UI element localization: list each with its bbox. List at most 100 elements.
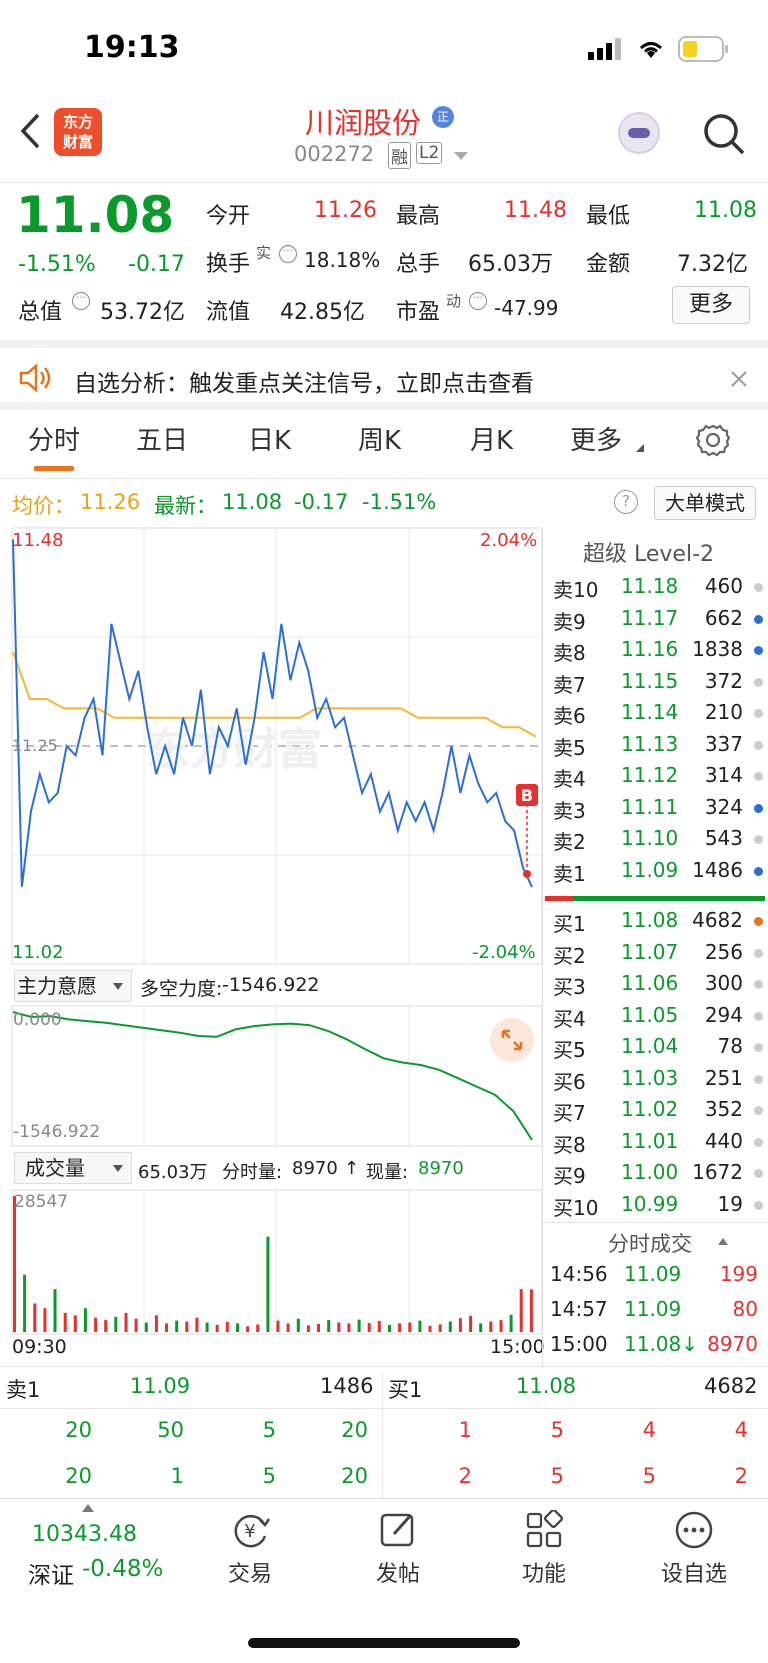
flag-dot-icon [754,835,763,844]
tab-monthly[interactable]: 月K [470,420,513,457]
stock-name: 川润股份 [305,106,422,140]
ask-row[interactable]: 卖3 11.11 324 [553,795,765,826]
volume-bar [23,1274,27,1332]
ask-row[interactable]: 卖8 11.16 1838 [553,637,765,668]
flag-dot-icon [754,646,763,655]
bid-price: 11.00 [621,1160,679,1184]
nav-functions[interactable]: 功能 [484,1508,604,1588]
ask-row[interactable]: 卖5 11.13 337 [553,732,765,763]
volume-bar [347,1323,351,1332]
tick-volume: 8970 [707,1332,758,1356]
ask-row[interactable]: 卖9 11.17 662 [553,606,765,637]
depth-cell: 1 [458,1418,472,1442]
grid-icon [526,1508,564,1548]
search-icon[interactable] [702,112,746,156]
bid-row[interactable]: 买3 11.06 300 [553,971,765,1002]
more-button[interactable]: 更多 [672,286,750,324]
robot-avatar-icon[interactable] [618,112,660,154]
turnover-value: 18.18% [304,248,381,272]
tab-more[interactable]: 更多 [570,420,622,457]
bid-row[interactable]: 买8 11.01 440 [553,1129,765,1160]
bid-row[interactable]: 买7 11.02 352 [553,1097,765,1128]
bid-volume: 251 [704,1065,743,1090]
indicator-selector[interactable]: 主力意愿 [14,970,132,1002]
ask-row[interactable]: 卖4 11.12 314 [553,763,765,794]
ask-row[interactable]: 卖10 11.18 460 [553,574,765,605]
depth-cell: 2 [734,1464,748,1488]
pe-label: 市盈 [396,300,441,325]
depth-cell: 2 [458,1464,472,1488]
caret-up-icon[interactable] [718,1238,728,1245]
depth-cell: 5 [262,1464,276,1488]
depth-cell: 1 [170,1464,184,1488]
battery-icon [678,36,728,62]
volume-selector[interactable]: 成交量 [14,1152,132,1184]
index-value[interactable]: 10343.48 [32,1522,137,1547]
ask-volume: 337 [704,731,743,756]
bid-price: 11.05 [621,1002,679,1027]
flag-dot-icon [754,1043,763,1052]
bid-row[interactable]: 买5 11.04 78 [553,1034,765,1065]
volume-bar [53,1289,57,1332]
bid-level-label: 买8 [553,1132,586,1157]
ask-row[interactable]: 卖6 11.14 210 [553,700,765,731]
volume-bar [367,1322,371,1332]
nav-post[interactable]: 发帖 [338,1510,458,1588]
tab-daily[interactable]: 日K [248,420,291,457]
nav-trade[interactable]: ¥ 交易 [190,1510,310,1588]
volume-bar [205,1322,209,1332]
bid-row[interactable]: 买10 10.99 19 [553,1192,765,1223]
analysis-banner[interactable]: 自选分析：触发重点关注信号，立即点击查看 [0,340,768,410]
tick-price: 11.09 [624,1262,682,1286]
info-icon[interactable]: ··· [72,292,90,310]
triangle-icon [636,444,644,452]
info-icon[interactable]: ··· [279,245,297,263]
home-indicator[interactable] [248,1638,520,1648]
ask-price: 11.15 [621,668,679,693]
back-icon[interactable] [18,112,42,150]
indicator-field: 多空力度: [140,978,223,1000]
float-label: 流值 [206,300,251,325]
avg-label: 均价： [12,494,75,518]
flag-dot-icon [754,980,763,989]
tab-intraday[interactable]: 分时 [28,420,80,457]
big-order-mode-button[interactable]: 大单模式 [654,486,756,520]
indicator-line [12,1011,533,1141]
depth-ask-label: 卖1 [6,1378,41,1402]
nav-functions-label: 功能 [521,1562,566,1587]
open-value: 11.26 [314,198,377,223]
caret-up-icon[interactable] [82,1504,94,1512]
tab-weekly[interactable]: 周K [358,420,401,457]
chevron-down-icon[interactable] [454,152,468,162]
ask-row[interactable]: 卖7 11.15 372 [553,669,765,700]
ticks-title[interactable]: 分时成交 [608,1228,692,1258]
ask-level-label: 卖5 [553,735,586,760]
ask-row[interactable]: 卖1 11.09 1486 [553,858,765,889]
bid-level-label: 买9 [553,1164,586,1188]
bid-row[interactable]: 买2 11.07 256 [553,940,765,971]
volume-bar [73,1315,77,1332]
volume-value: 65.03万 [468,252,553,277]
volume-bar [83,1308,87,1332]
close-icon[interactable] [730,370,748,388]
nav-watchlist[interactable]: 设自选 [634,1510,754,1588]
bid-row[interactable]: 买4 11.05 294 [553,1003,765,1034]
volume-bar [266,1236,270,1332]
volume-bars [13,1196,533,1332]
bid-row[interactable]: 买6 11.03 251 [553,1066,765,1097]
ask-row[interactable]: 卖2 11.10 543 [553,826,765,857]
intraday-chart[interactable]: 东方财富 B [0,526,544,1366]
expand-icon[interactable] [490,1018,534,1062]
bid-row[interactable]: 买9 11.00 1672 [553,1160,765,1191]
depth-cell: 5 [262,1418,276,1442]
wifi-icon [639,42,663,58]
info-icon[interactable]: ··· [469,292,487,310]
help-icon[interactable]: ? [614,490,638,514]
gear-icon[interactable] [696,424,730,458]
tab-five-day[interactable]: 五日 [136,420,188,457]
ask-price: 11.18 [621,574,679,598]
volume-bar [185,1321,189,1332]
volume-bar [195,1317,199,1332]
bid-row[interactable]: 买1 11.08 4682 [553,908,765,939]
volume-bar [165,1323,168,1332]
